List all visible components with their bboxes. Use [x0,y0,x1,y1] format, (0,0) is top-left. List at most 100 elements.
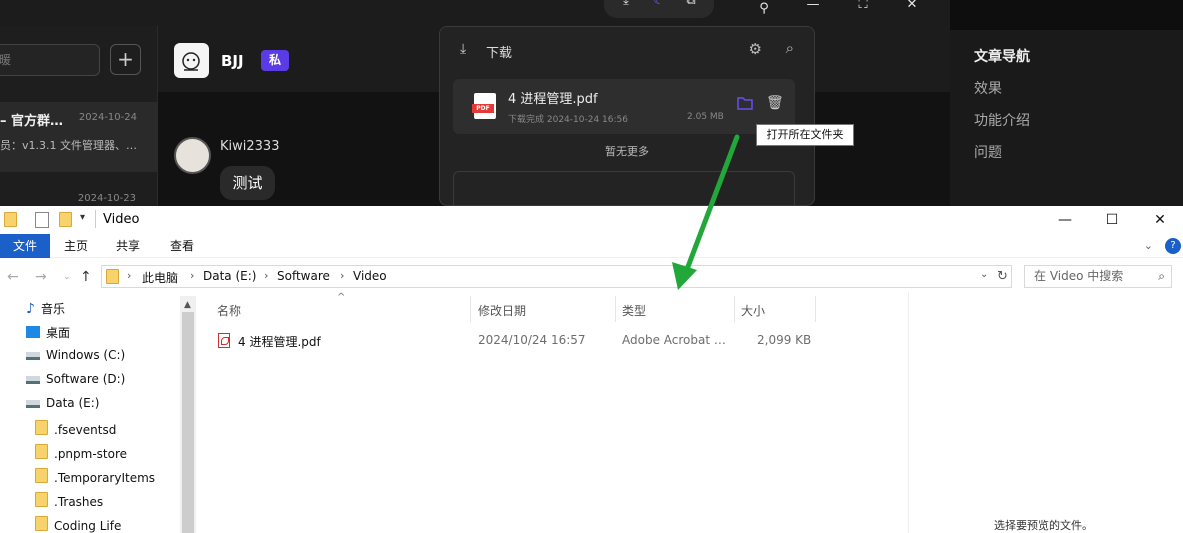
toolbar-group: ⤓ ☾ ⧉ [604,0,714,18]
breadcrumb-separator: › [190,269,195,282]
open-folder-icon[interactable] [737,96,753,114]
column-header-name[interactable]: 名称 [217,302,241,319]
download-filename: 4 进程管理.pdf [508,92,598,107]
sidebar-item-music[interactable]: ♪ 音乐 [26,300,65,317]
minimize-button[interactable]: — [803,0,823,14]
folder-icon [35,444,48,459]
sidebar-item-label: Data (E:) [46,396,100,410]
tooltip: 打开所在文件夹 [756,124,854,146]
folder-icon [35,420,48,435]
sidebar-item-folder[interactable]: Coding Life [35,516,121,533]
back-icon[interactable]: ← [7,269,19,285]
breadcrumb-separator: › [340,269,345,282]
nav-item[interactable]: 问题 [974,142,1002,162]
conversation-title: – 官方群… [0,114,64,129]
delete-icon[interactable]: 🗑 [766,95,784,111]
breadcrumb-item[interactable]: Data (E:) [203,269,256,283]
pin-icon[interactable]: ⚲ [754,0,774,18]
title-divider [95,210,96,228]
decorative-background [950,0,1183,30]
nav-item[interactable]: 功能介绍 [974,110,1030,130]
column-header-modified[interactable]: 修改日期 [478,302,526,319]
moon-icon[interactable]: ☾ [649,0,669,10]
sidebar-item-folder[interactable]: .Trashes [35,492,103,509]
close-button[interactable]: ✕ [1150,210,1170,230]
table-row[interactable]: 4 进程管理.pdf 2024/10/24 16:57 Adobe Acroba… [214,330,814,352]
sidebar-item-drive-c[interactable]: Windows (C:) [26,348,125,362]
forward-icon[interactable]: → [35,269,47,285]
folder-glyph [737,97,753,110]
tab-view[interactable]: 查看 [170,234,194,258]
scroll-up-icon[interactable]: ▲ [184,300,191,310]
breadcrumb-item[interactable]: Video [353,269,387,283]
up-icon[interactable]: ↑ [80,269,92,285]
new-folder-icon[interactable] [59,212,72,227]
avatar[interactable] [174,137,211,174]
sender-name: Kiwi2333 [220,139,280,154]
help-icon[interactable]: ? [1165,238,1181,254]
maximize-button[interactable]: ☐ [1102,210,1122,230]
conversation-date: 2024-10-24 [78,112,137,123]
properties-icon[interactable] [35,212,49,228]
tab-share[interactable]: 共享 [116,234,140,258]
conversation-preview: 员：v1.3.1 文件管理器、… [0,139,137,152]
file-explorer-window: ▾ Video — ☐ ✕ 文件 主页 共享 查看 ⌄ ? ← → ⌄ ↑ › … [0,206,1183,533]
sidebar-item-folder[interactable]: .fseventsd [35,420,116,437]
column-divider[interactable] [734,296,735,322]
nav-item[interactable]: 效果 [974,78,1002,98]
conversation-search-input[interactable]: 暖 [0,44,100,76]
sidebar-item-label: 桌面 [46,326,71,340]
breadcrumb-item[interactable]: 此电脑 [142,269,178,286]
recent-dropdown-icon[interactable]: ⌄ [63,272,71,282]
sidebar-item-label: Windows (C:) [46,348,126,362]
column-divider[interactable] [470,296,471,322]
nav-title: 文章导航 [974,49,1030,65]
folder-icon [35,516,48,531]
quick-access-dropdown-icon[interactable]: ▾ [80,212,85,223]
sidebar-item-drive-e[interactable]: Data (E:) [26,396,99,410]
sidebar-item-label: .TemporaryItems [54,471,156,485]
window-title: Video [103,212,140,227]
expand-ribbon-icon[interactable]: ⌄ [1144,239,1153,252]
message-bubble[interactable]: 测试 [220,166,275,200]
sidebar-item-drive-d[interactable]: Software (D:) [26,372,125,386]
search-icon[interactable]: ⌕ [786,39,794,57]
ribbon-tabs: 文件 主页 共享 查看 ⌄ ? [0,234,1183,258]
close-button[interactable]: ✕ [902,0,922,14]
screenshot-icon[interactable]: ⧉ [681,0,701,10]
breadcrumb-item[interactable]: Software [277,269,330,283]
tab-home[interactable]: 主页 [64,234,88,258]
sort-ascending-icon: ^ [337,292,346,303]
file-modified: 2024/10/24 16:57 [478,333,586,347]
sidebar-item-folder[interactable]: .TemporaryItems [35,468,155,485]
popup-footer [453,171,795,206]
file-size: 2,099 KB [757,333,812,347]
avatar-image [182,52,200,71]
download-icon[interactable]: ⤓ [616,0,636,10]
address-dropdown-icon[interactable]: ⌄ [980,269,988,280]
address-bar[interactable]: › 此电脑 › Data (E:) › Software › Video [101,265,1012,288]
tab-file[interactable]: 文件 [0,234,50,258]
column-divider[interactable] [615,296,616,322]
maximize-button[interactable]: ⛶ [853,0,873,14]
article-nav-panel: 文章导航 效果 功能介绍 问题 [950,0,1183,206]
column-header-size[interactable]: 大小 [741,302,765,319]
sidebar-item-desktop[interactable]: 桌面 [26,324,70,341]
conversation-item[interactable]: – 官方群… 2024-10-24 员：v1.3.1 文件管理器、… [0,102,158,172]
refresh-icon[interactable]: ↻ [997,269,1008,284]
avatar[interactable] [174,43,209,78]
conversation-list: 暖 + – 官方群… 2024-10-24 员：v1.3.1 文件管理器、… 2… [0,26,158,206]
download-item[interactable]: PDF 4 进程管理.pdf 下载完成 2024-10-24 16:56 2.0… [453,79,795,134]
sidebar-item-folder[interactable]: .pnpm-store [35,444,127,461]
new-chat-button[interactable]: + [110,44,141,75]
download-icon: ⤓ [460,41,467,57]
breadcrumb-separator: › [127,269,132,282]
column-header-type[interactable]: 类型 [622,302,646,319]
search-input[interactable]: 在 Video 中搜索 ⌕ [1024,265,1172,288]
scroll-thumb[interactable] [182,312,194,533]
settings-icon[interactable]: ⚙ [749,40,762,58]
sidebar-scrollbar[interactable]: ▲ [180,296,196,533]
navigation-pane: ♪ 音乐 桌面 Windows (C:) Software (D:) Data (… [0,296,196,533]
minimize-button[interactable]: — [1055,210,1075,230]
column-divider[interactable] [815,296,816,322]
